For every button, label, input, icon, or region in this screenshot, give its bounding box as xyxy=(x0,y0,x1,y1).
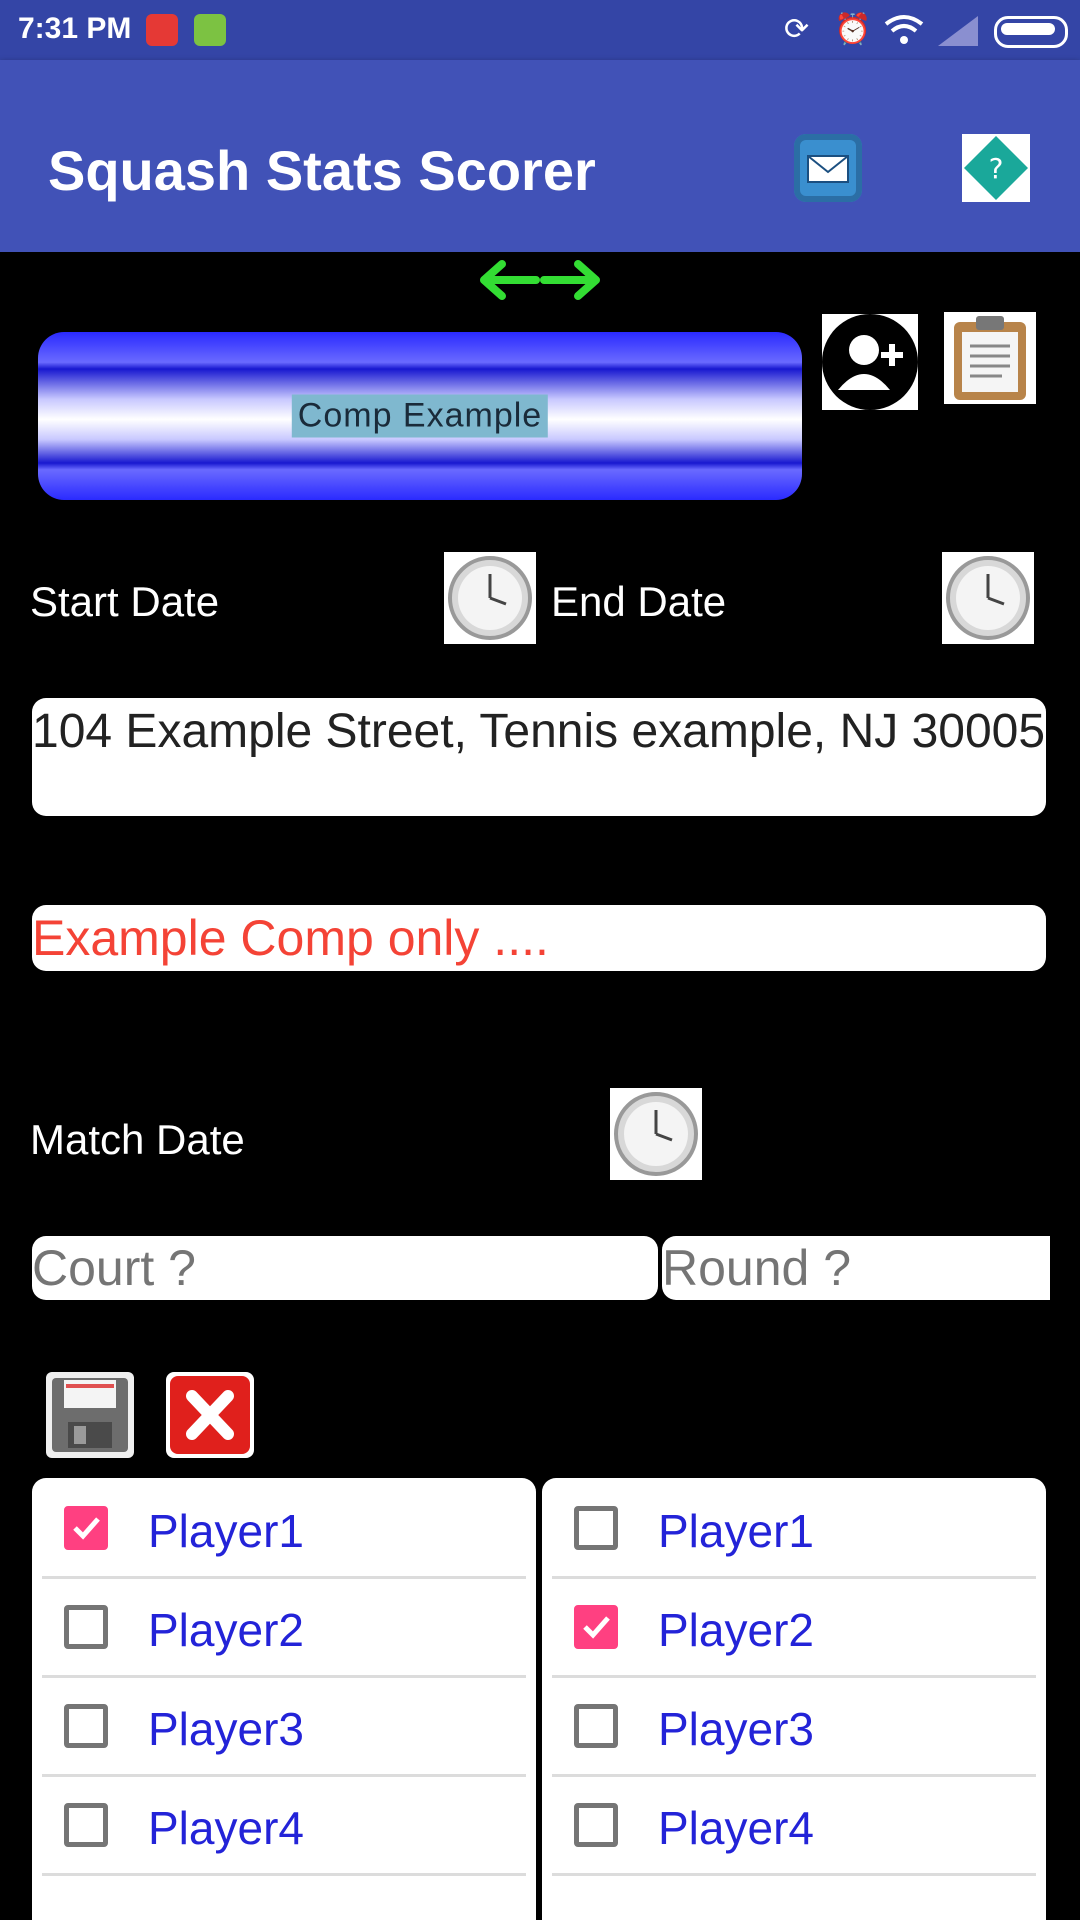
player-row[interactable]: Player1 xyxy=(552,1478,1036,1579)
player-name: Player4 xyxy=(148,1802,304,1854)
wifi-icon xyxy=(884,15,924,44)
player-name: Player4 xyxy=(658,1802,814,1854)
player-checkbox[interactable] xyxy=(574,1803,618,1847)
status-bar: 7:31 PM ⟳ ⏰ xyxy=(0,0,1080,60)
player-checkbox[interactable] xyxy=(64,1605,108,1649)
clipboard-icon xyxy=(954,316,1026,400)
player-checkbox[interactable] xyxy=(64,1803,108,1847)
player-checkbox[interactable] xyxy=(64,1506,108,1550)
player-checkbox[interactable] xyxy=(574,1506,618,1550)
address-field[interactable]: 104 Example Street, Tennis example, NJ 3… xyxy=(32,698,1046,816)
battery-icon xyxy=(994,16,1068,48)
match-date-button[interactable] xyxy=(610,1088,702,1180)
player-name: Player2 xyxy=(148,1604,304,1656)
player-list-left: Player1 Player2 Player3 Player4 xyxy=(32,1478,536,1920)
app-title: Squash Stats Scorer xyxy=(48,139,596,202)
comp-note-field[interactable]: Example Comp only .... xyxy=(32,905,1046,971)
competition-name: Comp Example xyxy=(291,394,549,438)
close-icon xyxy=(166,1372,254,1458)
sync-icon: ⟳ xyxy=(784,13,810,46)
player-row[interactable]: Player4 xyxy=(42,1775,526,1876)
player-row[interactable]: Player3 xyxy=(42,1676,526,1777)
start-date-label: Start Date xyxy=(30,578,220,625)
competition-selector[interactable]: Comp Example xyxy=(38,332,802,500)
floppy-disk-icon xyxy=(46,1372,134,1458)
round-input[interactable] xyxy=(662,1236,1050,1300)
checkmark-icon xyxy=(583,1616,610,1639)
battery-notification-icon xyxy=(194,14,226,46)
svg-text:?: ? xyxy=(989,152,1004,185)
player-name: Player1 xyxy=(148,1505,304,1557)
player-row[interactable]: Player4 xyxy=(552,1775,1036,1876)
end-date-label: End Date xyxy=(551,578,727,625)
comp-note-text: Example Comp only .... xyxy=(32,910,549,966)
signal-icon xyxy=(938,16,978,46)
player-name: Player3 xyxy=(658,1703,814,1755)
player-row[interactable]: Player3 xyxy=(552,1676,1036,1777)
court-input[interactable] xyxy=(32,1236,658,1300)
add-user-icon xyxy=(838,335,903,390)
app-bar: Squash Stats Scorer ? xyxy=(0,60,1080,252)
end-date-button[interactable] xyxy=(942,552,1034,644)
start-date-button[interactable] xyxy=(444,552,536,644)
email-button[interactable] xyxy=(794,134,862,202)
player-name: Player2 xyxy=(658,1604,814,1656)
mail-icon xyxy=(807,155,849,183)
clock-icon xyxy=(448,556,532,640)
help-button[interactable]: ? xyxy=(962,134,1030,202)
add-player-button[interactable] xyxy=(822,314,918,410)
app-notification-icon xyxy=(146,14,178,46)
player-list-right: Player1 Player2 Player3 Player4 xyxy=(542,1478,1046,1920)
clock-icon xyxy=(614,1092,698,1176)
help-icon: ? xyxy=(962,134,1030,202)
player-row[interactable]: Player2 xyxy=(552,1577,1036,1678)
address-text: 104 Example Street, Tennis example, NJ 3… xyxy=(32,705,1046,758)
cancel-button[interactable] xyxy=(164,1370,256,1460)
alarm-icon: ⏰ xyxy=(834,13,872,46)
player-checkbox[interactable] xyxy=(574,1704,618,1748)
court-field-wrapper xyxy=(32,1236,658,1300)
clipboard-button[interactable] xyxy=(944,312,1036,404)
swap-arrows-icon[interactable] xyxy=(480,255,600,305)
player-row[interactable]: Player2 xyxy=(42,1577,526,1678)
checkmark-icon xyxy=(73,1517,100,1540)
match-date-label: Match Date xyxy=(30,1116,245,1163)
player-name: Player3 xyxy=(148,1703,304,1755)
round-field-wrapper xyxy=(662,1236,1050,1300)
status-time: 7:31 PM xyxy=(18,12,132,45)
clock-icon xyxy=(946,556,1030,640)
save-button[interactable] xyxy=(44,1370,136,1460)
player-checkbox[interactable] xyxy=(64,1704,108,1748)
player-row[interactable]: Player1 xyxy=(42,1478,526,1579)
player-checkbox[interactable] xyxy=(574,1605,618,1649)
player-name: Player1 xyxy=(658,1505,814,1557)
